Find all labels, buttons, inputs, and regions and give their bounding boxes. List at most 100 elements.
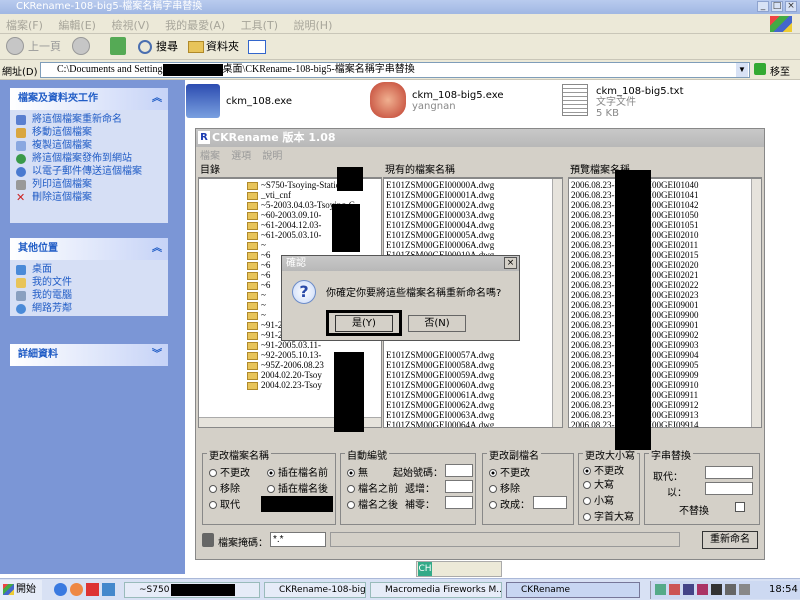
tree-folder-item[interactable]: ~60-2003.09.10- bbox=[247, 210, 381, 220]
place-network[interactable]: 網路芳鄰 bbox=[10, 303, 168, 315]
quicklaunch-icon[interactable] bbox=[70, 583, 83, 596]
existing-file-row[interactable]: E101ZSM00GEI00003A.dwg bbox=[386, 210, 562, 220]
preview-file-row[interactable]: 2006.08.23-E101ZSM00GEI02011 bbox=[571, 240, 761, 250]
task-publish[interactable]: 將這個檔案發佈到網站 bbox=[10, 153, 168, 165]
mask-input[interactable] bbox=[270, 532, 326, 547]
radio-no-change[interactable]: 不更改 bbox=[209, 464, 250, 479]
task-ckrename-app[interactable]: CKRename bbox=[506, 582, 640, 598]
preview-file-row[interactable]: 2006.08.23-E101ZSM00GEI09910 bbox=[571, 380, 761, 390]
preview-file-row[interactable]: 2006.08.23-E101ZSM00GEI02022 bbox=[571, 280, 761, 290]
radio-remove[interactable]: 移除 bbox=[209, 480, 240, 495]
replace-input[interactable] bbox=[705, 466, 753, 479]
preview-file-row[interactable]: 2006.08.23-E101ZSM00GEI09903 bbox=[571, 340, 761, 350]
preview-file-row[interactable]: 2006.08.23-E101ZSM00GEI09901 bbox=[571, 320, 761, 330]
preview-file-row[interactable]: 2006.08.23-E101ZSM00GEI02020 bbox=[571, 260, 761, 270]
preview-files-scrollbar[interactable] bbox=[751, 179, 761, 427]
existing-file-row[interactable]: E101ZSM00GEI00061A.dwg bbox=[386, 390, 562, 400]
radio-replace[interactable]: 取代 bbox=[209, 496, 240, 511]
close-button[interactable]: × bbox=[785, 1, 797, 12]
file-ckm-108-exe[interactable]: ckm_108.exe bbox=[226, 96, 292, 107]
radio-capitalize[interactable]: 字首大寫 bbox=[583, 508, 634, 523]
preview-file-row[interactable]: 2006.08.23-E101ZSM00GEI01040 bbox=[571, 180, 761, 190]
preview-file-row[interactable]: 2006.08.23-E101ZSM00GEI09900 bbox=[571, 310, 761, 320]
preview-file-row[interactable]: 2006.08.23-E101ZSM00GEI02015 bbox=[571, 250, 761, 260]
preview-file-row[interactable]: 2006.08.23-E101ZSM00GEI01042 bbox=[571, 200, 761, 210]
task-print[interactable]: 列印這個檔案 bbox=[10, 179, 168, 191]
details-header[interactable]: 詳細資料 ︾ bbox=[10, 344, 168, 366]
preview-files-list[interactable]: 2006.08.23-E101ZSM00GEI01040 2006.08.23-E… bbox=[568, 178, 762, 428]
ck-menu-help[interactable]: 說明 bbox=[262, 151, 282, 162]
preview-file-row[interactable]: 2006.08.23-E101ZSM00GEI01051 bbox=[571, 220, 761, 230]
radio-num-before[interactable]: 檔名之前 bbox=[347, 480, 398, 495]
tray-icon[interactable] bbox=[711, 584, 722, 595]
task-s750[interactable]: ~S750 bbox=[124, 582, 260, 598]
no-button[interactable]: 否(N) bbox=[408, 315, 466, 332]
menu-help[interactable]: 說明(H) bbox=[288, 14, 339, 36]
task-rename[interactable]: 將這個檔案重新命名 bbox=[10, 114, 168, 126]
tree-folder-item[interactable]: ~91-2005.03.11- bbox=[247, 340, 381, 350]
task-ckrename-folder[interactable]: CKRename-108-big5-檔... bbox=[264, 582, 366, 598]
maximize-button[interactable]: □ bbox=[771, 1, 783, 12]
file-ckm-108-big5-exe[interactable]: ckm_108-big5.exe yangnan bbox=[412, 90, 503, 112]
collapse-chevron-icon[interactable]: ︽ bbox=[152, 88, 162, 110]
existing-file-row[interactable]: E101ZSM00GEI00060A.dwg bbox=[386, 380, 562, 390]
ime-icon[interactable]: CH bbox=[418, 562, 432, 576]
search-button[interactable]: 搜尋 bbox=[156, 38, 178, 56]
forward-arrow-icon[interactable] bbox=[72, 37, 90, 55]
tree-folder-item[interactable]: ~61-2004.12.03- bbox=[247, 220, 381, 230]
ck-menu-options[interactable]: 選項 bbox=[231, 151, 251, 162]
address-input[interactable]: C:\Documents and Setting 桌面\CKRename-108-… bbox=[40, 62, 750, 78]
tree-folder-item[interactable]: _vti_cnf bbox=[247, 190, 381, 200]
quicklaunch-icon[interactable] bbox=[102, 583, 115, 596]
tree-folder-item[interactable]: ~61-2005.03.10- bbox=[247, 230, 381, 240]
existing-files-scrollbar[interactable] bbox=[552, 179, 562, 427]
views-icon[interactable] bbox=[248, 40, 266, 54]
radio-none[interactable]: 無 bbox=[347, 464, 368, 479]
preview-file-row[interactable]: 2006.08.23-E101ZSM00GEI09913 bbox=[571, 410, 761, 420]
tree-folder-item[interactable]: ~ bbox=[247, 240, 381, 250]
tray-icon[interactable] bbox=[683, 584, 694, 595]
address-dropdown-icon[interactable]: ▼ bbox=[736, 63, 748, 77]
place-desktop[interactable]: 桌面 bbox=[10, 264, 168, 276]
tray-icon[interactable] bbox=[725, 584, 736, 595]
start-number-input[interactable] bbox=[445, 464, 473, 477]
preview-file-row[interactable]: 2006.08.23-E101ZSM00GEI01041 bbox=[571, 190, 761, 200]
folders-button[interactable]: 資料夾 bbox=[206, 38, 239, 56]
tray-icon[interactable] bbox=[655, 584, 666, 595]
rename-button[interactable]: 重新命名 bbox=[702, 531, 758, 549]
menu-favorites[interactable]: 我的最愛(A) bbox=[159, 14, 231, 36]
file-tasks-header[interactable]: 檔案及資料夾工作 ︽ bbox=[10, 88, 168, 110]
preview-file-row[interactable]: 2006.08.23-E101ZSM00GEI09001 bbox=[571, 300, 761, 310]
fist-exe-icon[interactable] bbox=[370, 82, 406, 118]
yes-button[interactable]: 是(Y) bbox=[335, 315, 393, 332]
preview-file-row[interactable]: 2006.08.23-E101ZSM00GEI09914 bbox=[571, 420, 761, 427]
task-email[interactable]: 以電子郵件傳送這個檔案 bbox=[10, 166, 168, 178]
task-fireworks[interactable]: Macromedia Fireworks M... bbox=[370, 582, 502, 598]
menu-file[interactable]: 檔案(F) bbox=[0, 14, 49, 36]
expand-chevron-icon[interactable]: ︾ bbox=[152, 344, 162, 366]
existing-file-row[interactable]: E101ZSM00GEI00006A.dwg bbox=[386, 240, 562, 250]
radio-insert-before[interactable]: 插在檔名前 bbox=[267, 464, 328, 479]
preview-file-row[interactable]: 2006.08.23-E101ZSM00GEI02010 bbox=[571, 230, 761, 240]
dialog-close-button[interactable]: × bbox=[504, 257, 517, 269]
preview-file-row[interactable]: 2006.08.23-E101ZSM00GEI09904 bbox=[571, 350, 761, 360]
preview-file-row[interactable]: 2006.08.23-E101ZSM00GEI02023 bbox=[571, 290, 761, 300]
radio-lower[interactable]: 小寫 bbox=[583, 492, 614, 507]
existing-file-row[interactable]: E101ZSM00GEI00059A.dwg bbox=[386, 370, 562, 380]
existing-file-row[interactable]: E101ZSM00GEI00063A.dwg bbox=[386, 410, 562, 420]
file-ckm-108-big5-txt[interactable]: ckm_108-big5.txt 文字文件 5 KB bbox=[596, 86, 684, 119]
tray-icon[interactable] bbox=[697, 584, 708, 595]
task-delete[interactable]: ✕ 刪除這個檔案 bbox=[10, 192, 168, 204]
speaker-icon[interactable] bbox=[739, 584, 750, 595]
existing-file-row[interactable]: E101ZSM00GEI00062A.dwg bbox=[386, 400, 562, 410]
no-replace-checkbox[interactable] bbox=[735, 502, 745, 512]
preview-file-row[interactable]: 2006.08.23-E101ZSM00GEI09909 bbox=[571, 370, 761, 380]
go-arrow-icon[interactable] bbox=[754, 63, 766, 75]
ie-quicklaunch-icon[interactable] bbox=[54, 583, 67, 596]
ckm-exe-icon[interactable] bbox=[186, 84, 220, 118]
task-copy[interactable]: 複製這個檔案 bbox=[10, 140, 168, 152]
existing-file-row[interactable]: E101ZSM00GEI00001A.dwg bbox=[386, 190, 562, 200]
ck-menu-file[interactable]: 檔案 bbox=[200, 151, 220, 162]
preview-file-row[interactable]: 2006.08.23-E101ZSM00GEI02021 bbox=[571, 270, 761, 280]
preview-file-row[interactable]: 2006.08.23-E101ZSM00GEI09902 bbox=[571, 330, 761, 340]
